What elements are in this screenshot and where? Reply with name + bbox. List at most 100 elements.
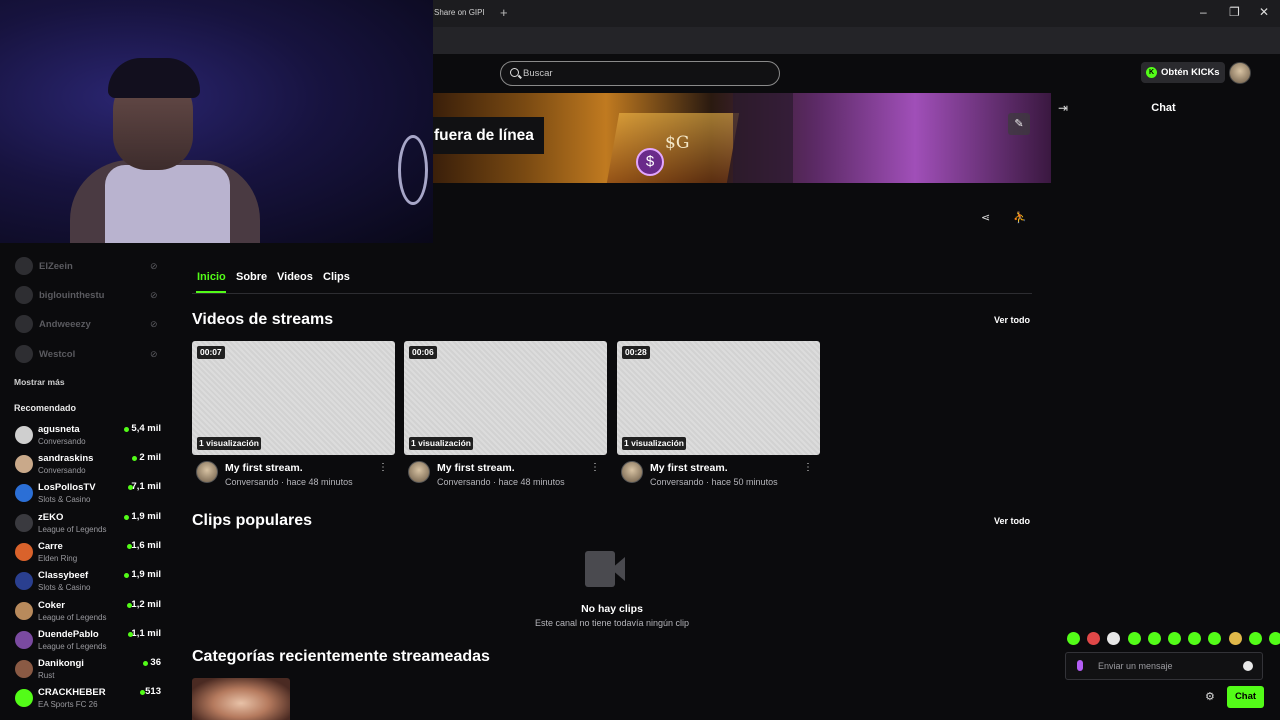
- channel-category: Elden Ring: [38, 554, 78, 563]
- more-options-icon[interactable]: ⋮: [590, 462, 600, 473]
- user-avatar[interactable]: [1229, 62, 1251, 84]
- channel-name: CRACKHEBER: [38, 687, 106, 698]
- offline-icon: ⊘: [150, 349, 158, 359]
- emote-icon[interactable]: [1067, 632, 1080, 645]
- viewer-count: 5,4 mil: [131, 423, 161, 434]
- webcam-overlay: [0, 0, 433, 243]
- channel-avatar: [15, 455, 33, 473]
- video-card[interactable]: 00:06 1 visualización My first stream. Conv…: [404, 341, 607, 491]
- chat-send-button[interactable]: Chat: [1227, 686, 1264, 708]
- webcam-person-shirt: [105, 165, 230, 243]
- recommended-channel-item[interactable]: CRACKHEBER EA Sports FC 26 513: [0, 684, 170, 713]
- videos-see-all-link[interactable]: Ver todo: [994, 315, 1030, 325]
- channel-avatar: [15, 484, 33, 502]
- video-card[interactable]: 00:07 1 visualización My first stream. Conv…: [192, 341, 395, 491]
- clips-see-all-link[interactable]: Ver todo: [994, 516, 1030, 526]
- video-views: 1 visualización: [197, 437, 261, 450]
- recommended-channel-item[interactable]: zEKO League of Legends 1,9 mil: [0, 509, 170, 538]
- chat-settings-icon[interactable]: ⚙: [1205, 690, 1215, 703]
- microphone-icon[interactable]: [1077, 660, 1083, 671]
- viewer-count: 1,6 mil: [131, 540, 161, 551]
- videos-section-title: Videos de streams: [192, 311, 334, 328]
- tab-clips[interactable]: Clips: [323, 271, 350, 283]
- channel-name: zEKO: [38, 512, 64, 523]
- get-kicks-button[interactable]: K Obtén KICKs: [1141, 62, 1225, 83]
- channel-avatar: [15, 286, 33, 304]
- browser-tab-title[interactable]: Share on GIPI: [434, 8, 485, 17]
- banner-logo-text: $G: [665, 133, 690, 153]
- followed-channel-item[interactable]: Westcol ⊘: [0, 340, 170, 368]
- chat-panel: [1051, 93, 1280, 720]
- kick-logo-icon: K: [1146, 67, 1157, 78]
- clips-section-title: Clips populares: [192, 512, 313, 529]
- channel-avatar: [15, 543, 33, 561]
- channel-name: Classybeef: [38, 570, 89, 581]
- recommended-channel-item[interactable]: Classybeef Slots & Casino 1,9 mil: [0, 567, 170, 596]
- channel-avatar[interactable]: [196, 461, 218, 483]
- channel-name: Andweeezy: [39, 319, 91, 330]
- emote-icon[interactable]: [1269, 632, 1280, 645]
- window-minimize-button[interactable]: ‒: [1200, 5, 1207, 19]
- edit-banner-button[interactable]: ✎: [1008, 113, 1030, 135]
- offline-status-label: fuera de línea: [433, 117, 544, 154]
- chat-message-input[interactable]: Enviar un mensaje: [1065, 652, 1263, 680]
- category-thumbnail[interactable]: [192, 678, 290, 720]
- recommended-channel-item[interactable]: Carre Elden Ring 1,6 mil: [0, 538, 170, 567]
- tab-videos[interactable]: Videos: [277, 271, 313, 283]
- share-channel-icon[interactable]: ⋖: [981, 211, 990, 224]
- video-title[interactable]: My first stream.: [650, 462, 728, 474]
- video-title[interactable]: My first stream.: [225, 462, 303, 474]
- channel-name: LosPollosTV: [38, 482, 96, 493]
- video-title[interactable]: My first stream.: [437, 462, 515, 474]
- emote-icon[interactable]: [1168, 632, 1181, 645]
- new-tab-button[interactable]: +: [500, 5, 508, 20]
- channel-avatar: [15, 631, 33, 649]
- emote-icon[interactable]: [1248, 632, 1262, 645]
- show-more-link[interactable]: Mostrar más: [14, 377, 65, 387]
- followed-channel-item[interactable]: Andweeezy ⊘: [0, 310, 170, 338]
- emoji-picker-icon[interactable]: [1243, 661, 1253, 671]
- live-indicator-icon: [124, 515, 129, 520]
- video-thumbnail[interactable]: 00:06 1 visualización: [404, 341, 607, 455]
- recommended-channel-item[interactable]: sandraskins Conversando 2 mil: [0, 450, 170, 479]
- tab-inicio[interactable]: Inicio: [197, 271, 226, 283]
- followed-channel-item[interactable]: biglouinthestu ⊘: [0, 281, 170, 309]
- viewer-count: 2 mil: [139, 452, 161, 463]
- active-tab-indicator: [196, 291, 226, 293]
- viewer-count: 1,1 mil: [131, 628, 161, 639]
- channel-avatar: [15, 689, 33, 707]
- channel-category: Rust: [38, 671, 55, 680]
- window-maximize-button[interactable]: ❐: [1229, 5, 1240, 19]
- video-duration: 00:28: [622, 346, 650, 359]
- channel-category: EA Sports FC 26: [38, 700, 98, 709]
- video-card[interactable]: 00:28 1 visualización My first stream. Conv…: [617, 341, 820, 491]
- video-thumbnail[interactable]: 00:07 1 visualización: [192, 341, 395, 455]
- video-meta: Conversando · hace 48 minutos: [225, 477, 353, 487]
- emote-icon[interactable]: [1127, 632, 1141, 645]
- emote-icon[interactable]: [1228, 632, 1242, 645]
- emote-icon[interactable]: [1147, 632, 1161, 645]
- followed-channel-item[interactable]: ElZeein ⊘: [0, 252, 170, 280]
- video-thumbnail[interactable]: 00:28 1 visualización: [617, 341, 820, 455]
- live-indicator-icon: [132, 456, 137, 461]
- follow-user-icon[interactable]: ⛹: [1013, 211, 1027, 224]
- no-clips-title: No hay clips: [581, 603, 643, 615]
- channel-avatar[interactable]: [621, 461, 643, 483]
- channel-name: ElZeein: [39, 261, 73, 272]
- channel-avatar[interactable]: [408, 461, 430, 483]
- viewer-count: 513: [145, 686, 161, 697]
- more-options-icon[interactable]: ⋮: [803, 462, 813, 473]
- channel-name: Carre: [38, 541, 63, 552]
- recommended-channel-item[interactable]: LosPollosTV Slots & Casino 7,1 mil: [0, 479, 170, 508]
- search-input[interactable]: Buscar: [500, 61, 780, 86]
- window-close-button[interactable]: ✕: [1259, 5, 1269, 19]
- video-meta: Conversando · hace 48 minutos: [437, 477, 565, 487]
- recommended-channel-item[interactable]: DuendePablo League of Legends 1,1 mil: [0, 626, 170, 655]
- channel-category: Slots & Casino: [38, 583, 91, 592]
- tab-sobre[interactable]: Sobre: [236, 271, 267, 283]
- channel-name: agusneta: [38, 424, 80, 435]
- recommended-channel-item[interactable]: agusneta Conversando 5,4 mil: [0, 421, 170, 450]
- recommended-channel-item[interactable]: Danikongi Rust 36: [0, 655, 170, 684]
- recommended-title: Recomendado: [14, 403, 77, 413]
- more-options-icon[interactable]: ⋮: [378, 462, 388, 473]
